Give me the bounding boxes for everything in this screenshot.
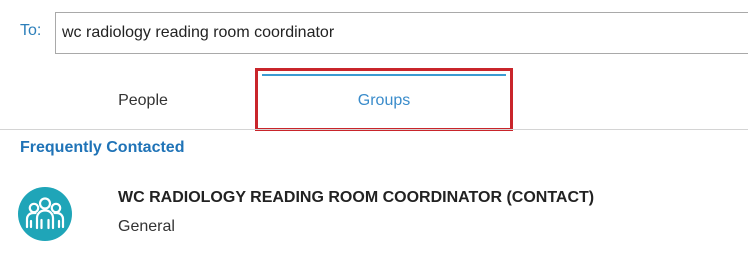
tab-groups-label: Groups	[357, 92, 411, 109]
recipient-search-input[interactable]	[55, 12, 748, 54]
tab-groups[interactable]: Groups	[262, 74, 506, 124]
to-label: To:	[20, 22, 42, 39]
tab-bar: People Groups	[0, 70, 748, 128]
group-avatar-icon	[17, 186, 73, 242]
contact-picker: To: People Groups Frequently Contacted	[0, 0, 748, 258]
contact-name: WC RADIOLOGY READING ROOM COORDINATOR (C…	[118, 189, 595, 206]
divider	[0, 129, 748, 130]
section-title: Frequently Contacted	[20, 139, 185, 156]
tab-people[interactable]: People	[88, 92, 198, 116]
contact-subtitle: General	[118, 218, 175, 235]
